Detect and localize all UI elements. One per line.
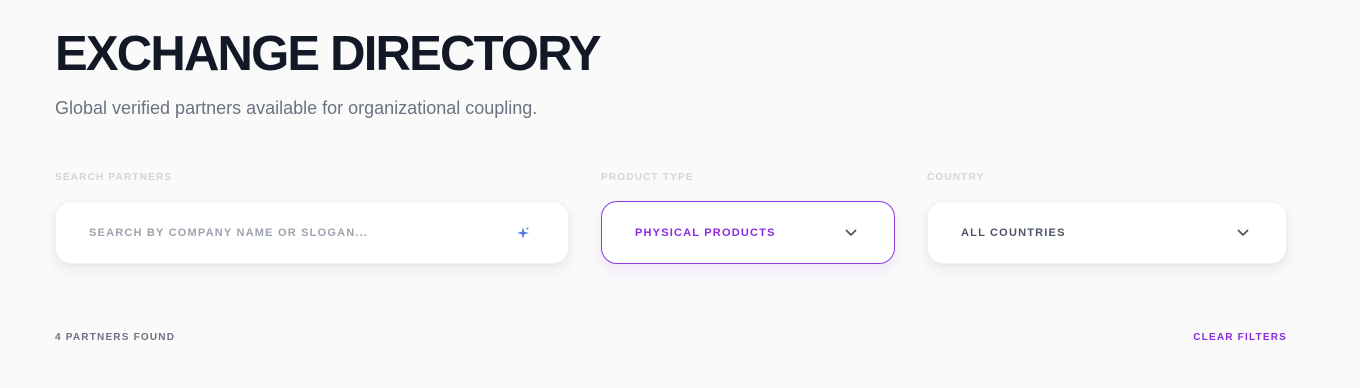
country-label: COUNTRY bbox=[927, 172, 985, 183]
search-input[interactable]: SEARCH BY COMPANY NAME OR SLOGAN... bbox=[55, 201, 569, 264]
exchange-directory-page: EXCHANGE DIRECTORY Global verified partn… bbox=[0, 0, 1360, 388]
search-placeholder: SEARCH BY COMPANY NAME OR SLOGAN... bbox=[89, 226, 369, 239]
search-label: SEARCH PARTNERS bbox=[55, 172, 173, 183]
page-title: EXCHANGE DIRECTORY bbox=[55, 27, 602, 81]
product-type-label: PRODUCT TYPE bbox=[601, 172, 694, 183]
page-subtitle: Global verified partners available for o… bbox=[55, 98, 538, 118]
product-type-select[interactable]: PHYSICAL PRODUCTS bbox=[601, 201, 895, 264]
chevron-down-icon bbox=[1236, 226, 1250, 240]
country-value: ALL COUNTRIES bbox=[961, 226, 1066, 239]
sparkle-icon[interactable] bbox=[516, 226, 530, 240]
chevron-down-icon bbox=[844, 226, 858, 240]
clear-filters-button[interactable]: CLEAR FILTERS bbox=[1193, 332, 1287, 344]
results-count: 4 PARTNERS FOUND bbox=[55, 332, 176, 343]
country-select[interactable]: ALL COUNTRIES bbox=[927, 201, 1287, 264]
product-type-value: PHYSICAL PRODUCTS bbox=[635, 226, 776, 239]
